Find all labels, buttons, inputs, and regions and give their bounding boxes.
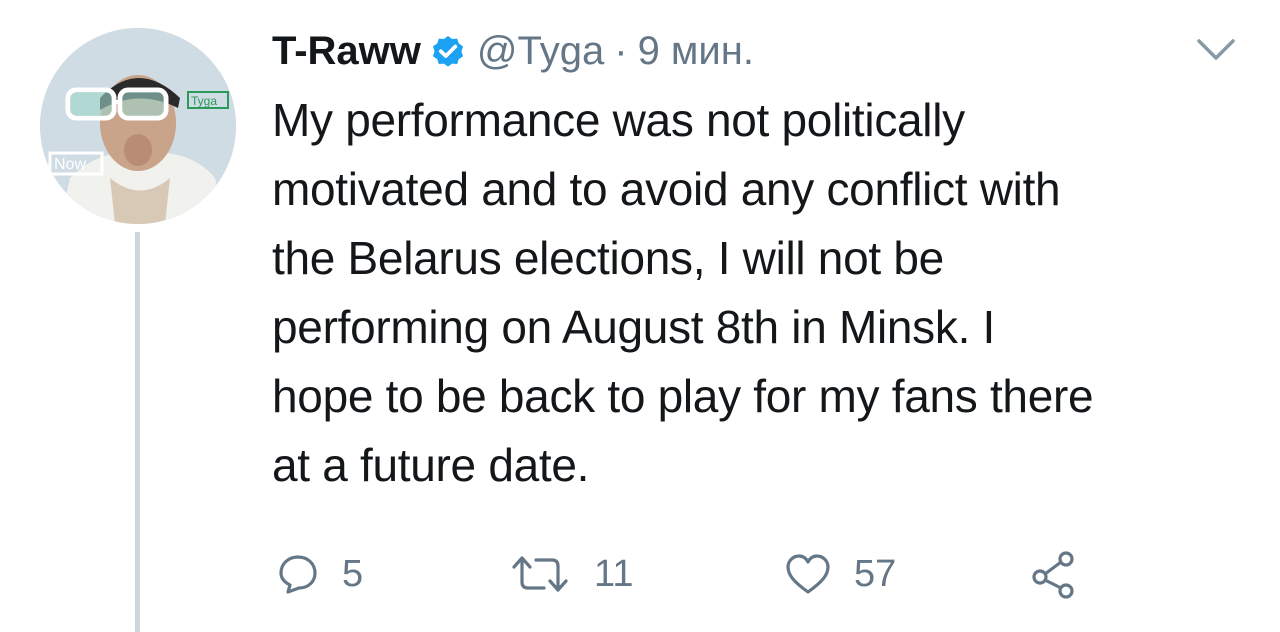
avatar[interactable]: Now Tyga (40, 28, 236, 224)
share-button[interactable] (1028, 548, 1078, 600)
tweet[interactable]: Now Tyga T-Raww @Tyga · 9 мин. My perfor… (0, 0, 1280, 632)
chevron-down-icon[interactable] (1196, 38, 1236, 62)
meta-separator: · (614, 28, 628, 73)
tweet-text: My performance was not politically motiv… (272, 86, 1262, 500)
svg-text:Now: Now (54, 156, 86, 173)
heart-icon (786, 554, 830, 594)
verified-badge-icon (432, 35, 463, 67)
display-name[interactable]: T-Raww (272, 29, 421, 74)
reply-button[interactable]: 5 (276, 548, 363, 600)
tweet-text-line: hope to be back to play for my fans ther… (272, 370, 1094, 422)
tweet-text-line: My performance was not politically (272, 94, 965, 146)
reply-bubble-icon (279, 555, 317, 594)
tweet-header: T-Raww @Tyga · 9 мин. (272, 24, 754, 78)
tweet-text-line: motivated and to avoid any conflict with (272, 163, 1061, 215)
thread-line (135, 232, 140, 632)
retweet-button[interactable]: 11 (508, 548, 633, 600)
tweet-actions: 5 11 57 (276, 548, 1096, 600)
tweet-text-line: the Belarus elections, I will not be (272, 232, 944, 284)
retweet-icon (512, 556, 568, 592)
like-button[interactable]: 57 (784, 548, 896, 600)
retweet-count: 11 (594, 552, 634, 595)
timestamp[interactable]: 9 мин. (638, 29, 754, 74)
like-count: 57 (854, 552, 897, 595)
avatar-image: Now Tyga (40, 28, 236, 224)
reply-count: 5 (342, 552, 364, 595)
svg-text:Tyga: Tyga (191, 94, 217, 108)
share-icon (1032, 551, 1074, 599)
handle[interactable]: @Tyga (477, 29, 604, 74)
tweet-text-line: performing on August 8th in Minsk. I (272, 301, 996, 353)
tweet-text-line: at a future date. (272, 439, 590, 491)
